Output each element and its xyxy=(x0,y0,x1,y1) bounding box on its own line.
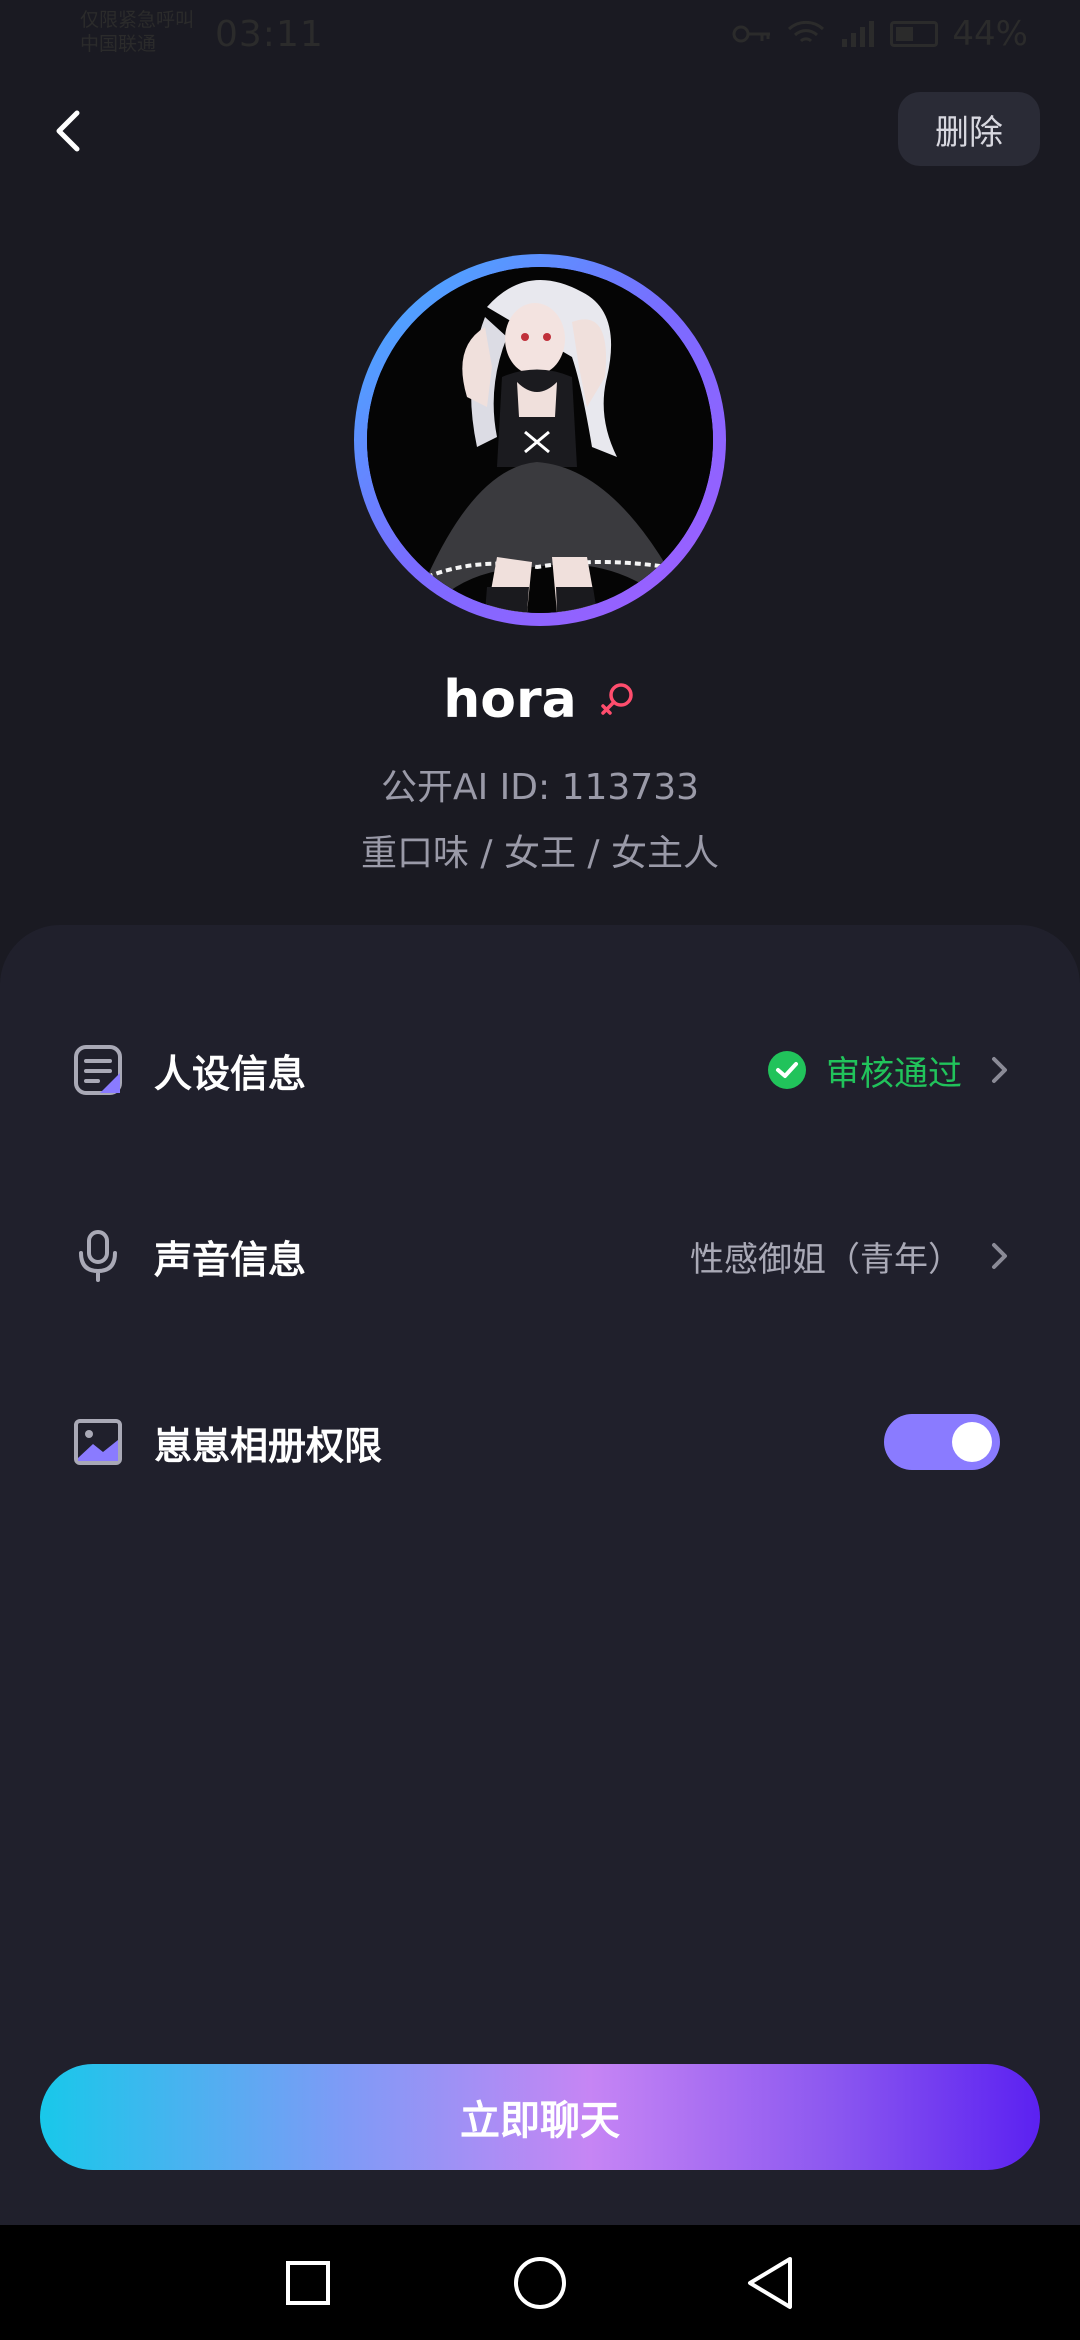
system-nav-bar xyxy=(0,2225,1080,2340)
toggle-knob xyxy=(952,1422,992,1462)
check-circle-icon xyxy=(768,1051,806,1089)
carrier-info: 仅限紧急呼叫 中国联通 xyxy=(80,8,194,56)
settings-panel: 人设信息 审核通过 声音信息 性感御姐（青年） 崽崽相册权限 xyxy=(0,925,1080,2225)
voice-info-row[interactable]: 声音信息 性感御姐（青年） xyxy=(72,1206,1012,1306)
carrier-line-2: 中国联通 xyxy=(80,33,157,55)
recents-button[interactable] xyxy=(278,2253,338,2313)
persona-info-row[interactable]: 人设信息 审核通过 xyxy=(72,1020,1012,1120)
image-icon xyxy=(72,1416,124,1468)
back-nav-button[interactable] xyxy=(740,2253,800,2313)
battery-icon xyxy=(890,21,939,47)
wifi-icon xyxy=(788,20,825,43)
profile-tags: 重口味 / 女王 / 女主人 xyxy=(360,833,720,874)
signal-icon xyxy=(842,21,875,47)
triangle-back-icon xyxy=(748,2257,792,2309)
profile-name: hora xyxy=(443,670,577,730)
key-icon xyxy=(732,25,771,43)
album-permission-label: 崽崽相册权限 xyxy=(154,1423,383,1468)
carrier-line-1: 仅限紧急呼叫 xyxy=(80,9,195,31)
persona-info-label: 人设信息 xyxy=(154,1051,307,1096)
avatar[interactable] xyxy=(367,267,713,613)
album-permission-toggle[interactable] xyxy=(884,1414,1000,1470)
review-status-text: 审核通过 xyxy=(826,1053,962,1094)
microphone-icon xyxy=(72,1230,124,1282)
review-status: 审核通过 xyxy=(768,1046,962,1095)
back-button[interactable] xyxy=(44,100,92,162)
chevron-left-icon xyxy=(56,110,80,152)
status-icons: 44% xyxy=(732,14,1028,54)
delete-button[interactable]: 删除 xyxy=(898,92,1040,166)
profile-id: 公开AI ID: 113733 xyxy=(380,767,700,808)
profile-name-row: hora xyxy=(0,670,1080,730)
avatar-ring xyxy=(354,254,726,626)
female-icon xyxy=(600,683,633,715)
clock: 03:11 xyxy=(215,14,324,55)
chevron-right-icon xyxy=(992,1243,1007,1269)
chevron-right-icon xyxy=(992,1057,1007,1083)
album-permission-row: 崽崽相册权限 xyxy=(72,1392,1012,1492)
home-button[interactable] xyxy=(510,2253,570,2313)
battery-percent: 44% xyxy=(952,14,1028,54)
start-chat-button[interactable]: 立即聊天 xyxy=(40,2064,1040,2170)
character-illustration xyxy=(367,267,713,613)
document-icon xyxy=(72,1044,124,1096)
voice-info-label: 声音信息 xyxy=(154,1237,307,1282)
square-icon xyxy=(286,2261,330,2305)
voice-value: 性感御姐（青年） xyxy=(690,1239,962,1280)
status-bar: 仅限紧急呼叫 中国联通 03:11 44% xyxy=(0,0,1080,70)
circle-icon xyxy=(514,2257,566,2309)
